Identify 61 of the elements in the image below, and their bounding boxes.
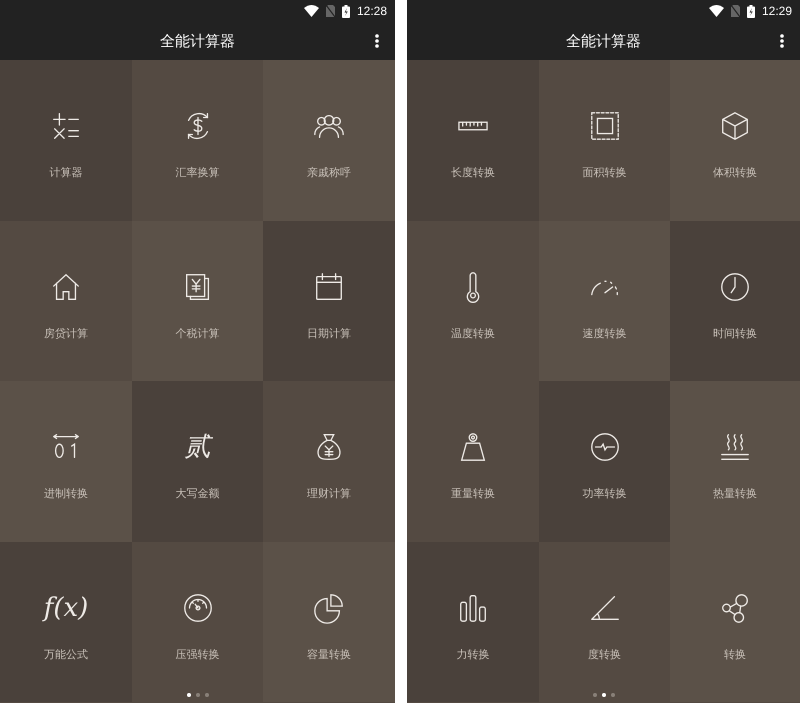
calculator-tile[interactable]: 进制转换	[0, 381, 132, 542]
page-dot[interactable]	[602, 693, 606, 697]
calculator-tile[interactable]: f(x) 万能公式	[0, 542, 132, 702]
tile-label: 转换	[724, 646, 746, 662]
battery-charging-icon	[746, 4, 755, 18]
ruler-icon	[458, 121, 488, 131]
tile-label: 速度转换	[582, 326, 626, 340]
calculator-tile[interactable]: 计算器	[0, 60, 132, 220]
no-sim-icon	[730, 5, 740, 17]
tile-label: 理财计算	[307, 486, 351, 501]
calculator-tile[interactable]: 个税计算	[132, 220, 263, 381]
glyph-icon: f(x)	[44, 590, 88, 624]
tile-label: 重量转换	[451, 486, 495, 501]
status-time: 12:29	[762, 4, 792, 18]
status-time: 12:28	[356, 4, 387, 18]
page-dot[interactable]	[196, 693, 200, 697]
tile-label: 热量转换	[713, 486, 757, 501]
tile-label: 功率转换	[582, 486, 626, 501]
tile-label: 计算器	[50, 165, 82, 180]
calculator-tile[interactable]: 长度转换	[407, 60, 539, 220]
calculator-tile[interactable]: 时间转换	[670, 220, 800, 381]
tile-label: 容量转换	[307, 646, 351, 662]
calculator-tile[interactable]: 转换	[670, 542, 800, 702]
tile-label: 时间转换	[713, 326, 757, 340]
tile-label: 亲戚称呼	[307, 165, 351, 180]
calculator-tile[interactable]: 力转换	[407, 542, 539, 702]
tile-label: 个税计算	[176, 326, 220, 340]
tile-label: 日期计算	[307, 326, 351, 340]
page-dot[interactable]	[610, 693, 614, 697]
glyph-icon: 贰	[184, 430, 210, 464]
tile-label: 压强转换	[176, 646, 220, 662]
no-sim-icon	[326, 5, 335, 17]
tile-label: 汇率换算	[176, 165, 220, 180]
more-options-icon[interactable]	[780, 34, 784, 48]
calculator-tile[interactable]: 亲戚称呼	[263, 60, 395, 220]
wifi-icon	[708, 5, 724, 17]
calculator-tile[interactable]: 日期计算	[263, 220, 395, 381]
tile-label: 万能公式	[44, 646, 88, 662]
tile-label: 进制转换	[44, 486, 88, 501]
tile-label: 长度转换	[451, 165, 495, 180]
page-dot[interactable]	[186, 693, 190, 697]
page-dot[interactable]	[592, 693, 596, 697]
tile-label: 大写金额	[176, 486, 220, 501]
calculator-tile[interactable]: 体积转换	[670, 60, 800, 220]
page-dot[interactable]	[204, 693, 208, 697]
wifi-icon	[304, 5, 319, 17]
more-options-icon[interactable]	[375, 34, 379, 48]
battery-charging-icon	[342, 4, 350, 18]
tile-label: 力转换	[456, 646, 490, 662]
tile-label: 度转换	[588, 646, 621, 662]
tile-label: 房贷计算	[44, 326, 88, 340]
calculator-tile[interactable]: 功率转换	[539, 381, 670, 542]
tile-label: 温度转换	[451, 326, 495, 340]
tile-label: 面积转换	[582, 165, 626, 180]
calculator-tile[interactable]: 热量转换	[670, 381, 800, 542]
tile-label: 体积转换	[713, 165, 757, 180]
calculator-tile[interactable]: 贰 大写金额	[132, 381, 263, 542]
app-title: 全能计算器	[566, 32, 641, 50]
app-title: 全能计算器	[160, 32, 235, 50]
calculator-tile[interactable]: 速度转换	[539, 220, 670, 381]
calculator-tile[interactable]: 容量转换	[263, 542, 395, 702]
